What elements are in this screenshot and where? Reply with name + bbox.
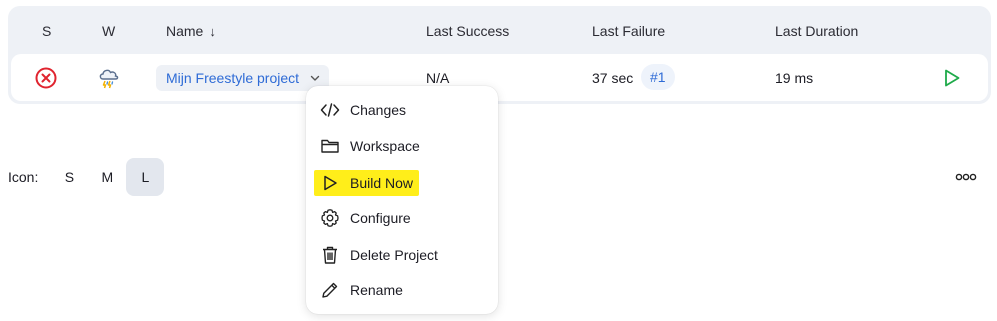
icon-size-m-button[interactable]: M [88, 158, 126, 196]
more-options-icon[interactable] [955, 170, 977, 184]
menu-item-label: Changes [350, 102, 407, 118]
icon-size-selector: Icon: S M L [8, 158, 165, 196]
menu-item-label: Delete Project [350, 247, 438, 263]
folder-icon [321, 139, 339, 153]
highlight-mark: Build Now [314, 170, 420, 196]
menu-item-build-now[interactable]: Build Now [314, 167, 490, 199]
code-icon [320, 103, 340, 117]
menu-item-configure[interactable]: Configure [314, 202, 490, 234]
menu-item-workspace[interactable]: Workspace [314, 130, 490, 162]
menu-item-changes[interactable]: Changes [314, 94, 490, 126]
projects-table: S W Name ↓ Last Success Last Failure Last… [8, 6, 991, 104]
menu-item-label: Rename [350, 282, 403, 298]
pencil-icon [322, 282, 338, 298]
job-name-label: Mijn Freestyle project [166, 70, 300, 86]
play-icon [324, 175, 337, 191]
menu-item-label: Configure [350, 210, 411, 226]
menu-item-label: Workspace [350, 138, 420, 154]
trash-icon [323, 246, 337, 264]
last-duration-value: 19 ms [775, 70, 814, 86]
play-icon[interactable] [943, 68, 961, 88]
header-weather[interactable]: W [102, 23, 115, 39]
icon-size-s-button[interactable]: S [50, 158, 88, 196]
table-header: S W Name ↓ Last Success Last Failure Last… [8, 6, 991, 54]
icon-size-l-button[interactable]: L [126, 158, 165, 196]
header-last-failure[interactable]: Last Failure [592, 23, 665, 39]
storm-cloud-icon [99, 69, 119, 89]
icon-size-label: Icon: [8, 169, 39, 185]
header-status[interactable]: S [42, 23, 51, 39]
table-row: Mijn Freestyle project N/A 37 sec #1 19 … [11, 54, 988, 101]
menu-item-label: Build Now [350, 175, 414, 191]
gear-icon [321, 209, 339, 227]
job-name-link[interactable]: Mijn Freestyle project [156, 65, 330, 91]
build-number-link[interactable]: #1 [641, 64, 675, 90]
last-failure-value: 37 sec [592, 70, 634, 86]
header-last-success[interactable]: Last Success [426, 23, 509, 39]
menu-item-delete-project[interactable]: Delete Project [314, 239, 490, 271]
last-success-value: N/A [426, 70, 450, 86]
menu-item-rename[interactable]: Rename [314, 274, 490, 306]
failed-x-circle-icon [35, 67, 57, 89]
chevron-down-icon[interactable] [309, 72, 321, 84]
header-name[interactable]: Name ↓ [166, 23, 216, 39]
sort-arrow-icon: ↓ [209, 24, 216, 39]
header-last-duration[interactable]: Last Duration [775, 23, 858, 39]
job-context-menu: Changes Workspace Build Now Configure De… [306, 86, 498, 314]
header-name-label: Name [166, 23, 204, 39]
